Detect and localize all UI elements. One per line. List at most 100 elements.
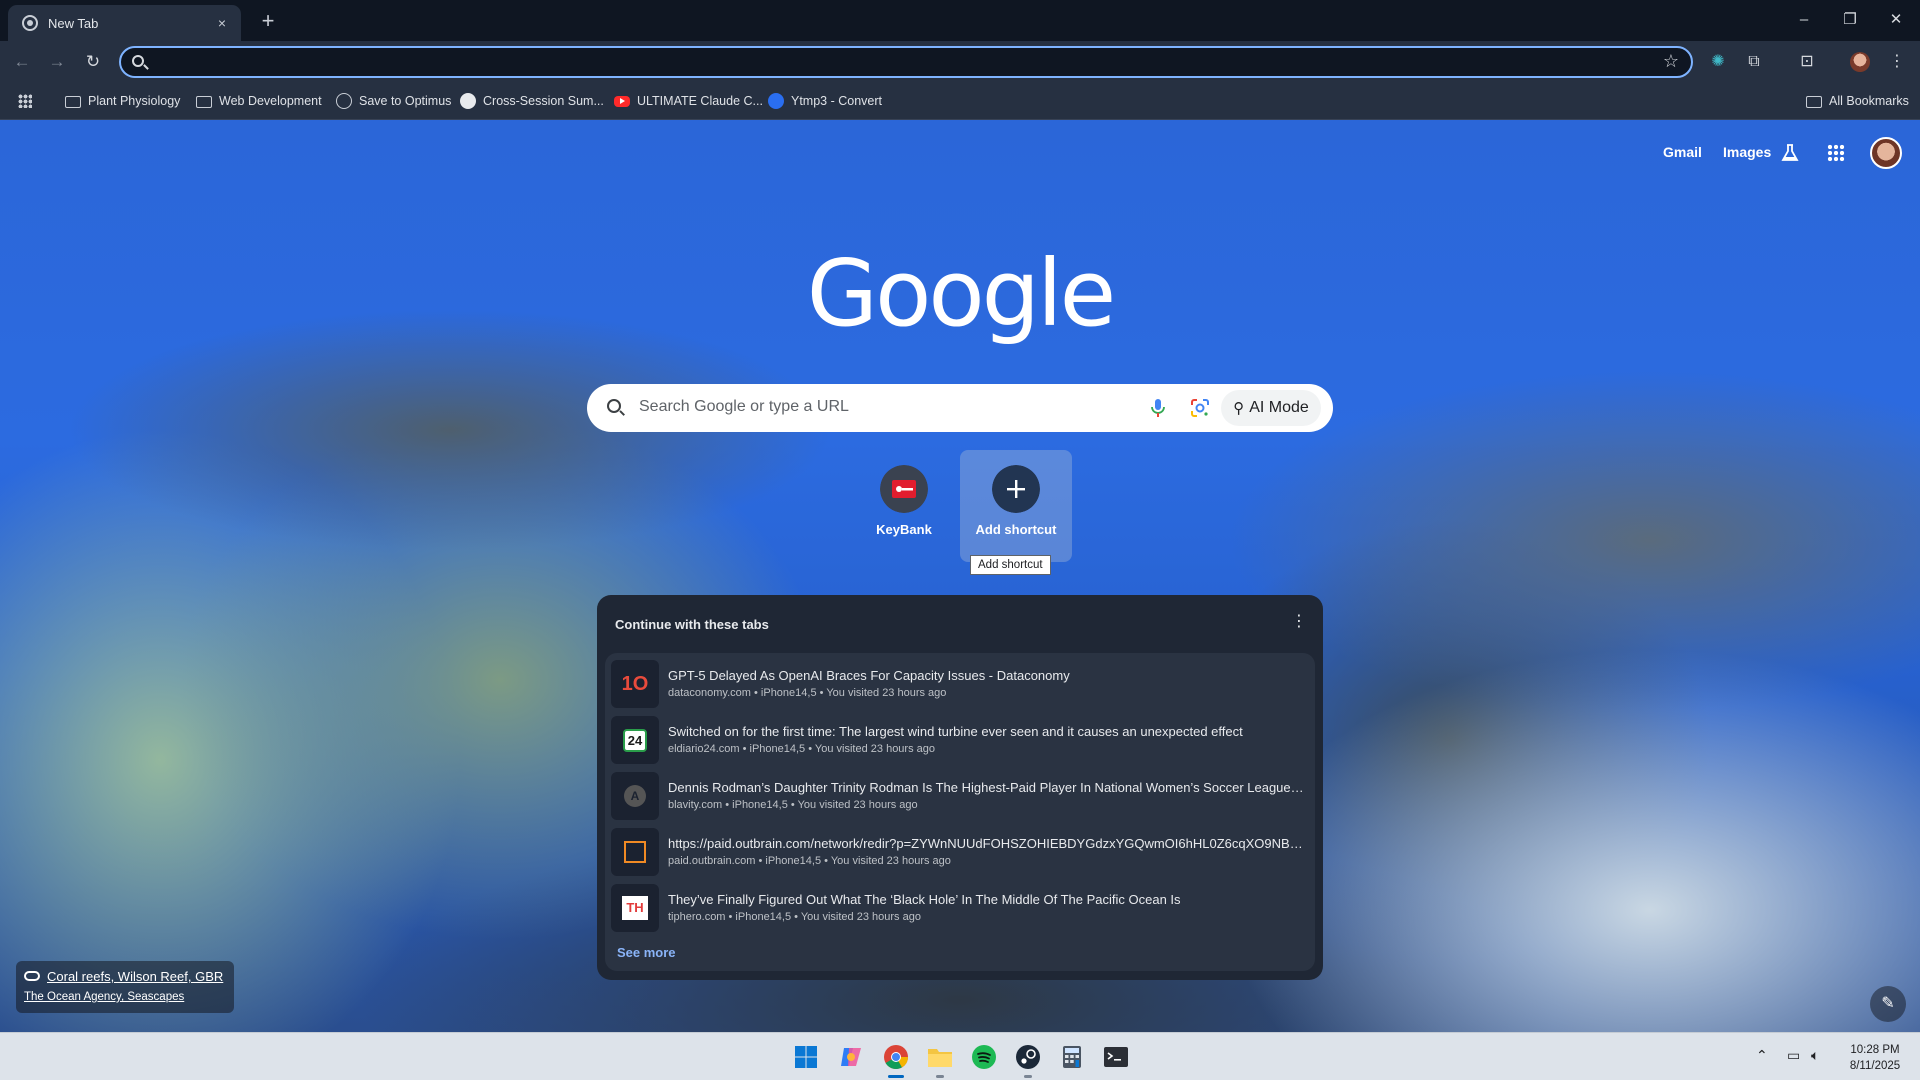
volume-icon[interactable]: 🔈︎ — [1811, 1047, 1819, 1064]
copilot-icon[interactable] — [835, 1041, 867, 1073]
menu-kebab-icon[interactable]: ⋮ — [1885, 50, 1909, 74]
apps-icon[interactable] — [18, 91, 39, 111]
list-item[interactable]: 1O GPT-5 Delayed As OpenAI Braces For Ca… — [611, 657, 1311, 709]
profile-avatar[interactable] — [1850, 52, 1870, 72]
bookmark-label: Save to Optimus — [359, 94, 452, 108]
tab-new-tab[interactable]: New Tab × — [8, 5, 241, 41]
all-bookmarks-label: All Bookmarks — [1829, 94, 1909, 108]
google-lens-icon[interactable] — [1189, 397, 1211, 419]
globe-icon — [336, 93, 352, 109]
bookmark-star-icon[interactable]: ☆ — [1663, 51, 1679, 72]
address-input[interactable] — [155, 51, 1635, 73]
blavity-icon: A — [611, 772, 659, 820]
images-link[interactable]: Images — [1723, 144, 1771, 160]
bookmark-label: ULTIMATE Claude C... — [637, 94, 763, 108]
shortcut-keybank[interactable]: KeyBank — [848, 450, 960, 562]
clock-time: 10:28 PM — [1850, 1044, 1900, 1056]
bookmark-cross-session[interactable]: Cross-Session Sum... — [460, 91, 604, 111]
ai-sparkle-search-icon: ⚲ — [1233, 400, 1245, 417]
extension-icon[interactable]: ✺ — [1706, 50, 1730, 74]
address-bar[interactable]: ☆ — [119, 46, 1693, 78]
bookmark-label: Ytmp3 - Convert — [791, 94, 883, 108]
minimize-button[interactable]: – — [1781, 8, 1827, 32]
show-hidden-icons-chevron-icon[interactable]: ⌃ — [1756, 1047, 1768, 1064]
chrome-icon[interactable] — [880, 1041, 912, 1078]
bookmark-web-development[interactable]: Web Development — [196, 91, 322, 111]
add-shortcut-tooltip: Add shortcut — [970, 555, 1051, 575]
reload-icon[interactable]: ↻ — [80, 49, 106, 75]
list-item[interactable]: https://paid.outbrain.com/network/redir?… — [611, 825, 1311, 877]
restore-button[interactable]: ❐ — [1827, 8, 1873, 32]
terminal-icon[interactable] — [1100, 1041, 1132, 1073]
attribution-credit[interactable]: The Ocean Agency, Seascapes — [24, 991, 184, 1003]
extensions-puzzle-icon[interactable]: ⧉ — [1742, 50, 1766, 74]
more-options-icon[interactable]: ⋮ — [1291, 613, 1307, 631]
system-clock[interactable]: 10:28 PM 8/11/2025 — [1840, 1042, 1910, 1074]
bookmark-ultimate-claude[interactable]: ULTIMATE Claude C... — [614, 91, 763, 111]
eldiario24-icon: 24 — [611, 716, 659, 764]
list-item[interactable]: TH They’ve Finally Figured Out What The … — [611, 881, 1311, 933]
tab-item-meta: dataconomy.com • iPhone14,5 • You visite… — [668, 687, 947, 699]
account-avatar[interactable] — [1870, 137, 1902, 169]
search-placeholder: Search Google or type a URL — [639, 398, 849, 415]
attribution-title[interactable]: Coral reefs, Wilson Reef, GBR — [47, 969, 223, 984]
chrome-tab-icon — [22, 15, 38, 31]
ai-mode-label: AI Mode — [1249, 399, 1309, 416]
all-bookmarks[interactable]: All Bookmarks — [1806, 91, 1909, 111]
browser-toolbar: ← → ↻ ☆ ✺ ⧉ ⊡ ⋮ — [0, 41, 1920, 82]
file-explorer-icon[interactable] — [924, 1041, 956, 1078]
bookmark-plant-physiology[interactable]: Plant Physiology — [65, 91, 180, 111]
background-attribution[interactable]: Coral reefs, Wilson Reef, GBR The Ocean … — [16, 961, 234, 1013]
continue-tabs-panel: Continue with these tabs ⋮ 1O GPT-5 Dela… — [597, 595, 1323, 980]
google-search-box[interactable]: Search Google or type a URL ⚲ AI Mode — [587, 384, 1333, 432]
tab-item-title: Switched on for the first time: The larg… — [668, 724, 1243, 739]
list-item[interactable]: 24 Switched on for the first time: The l… — [611, 713, 1311, 765]
panel-title: Continue with these tabs — [615, 617, 769, 632]
ai-mode-button[interactable]: ⚲ AI Mode — [1221, 390, 1321, 426]
gmail-link[interactable]: Gmail — [1663, 144, 1702, 160]
google-apps-icon[interactable] — [1827, 144, 1845, 162]
calculator-icon[interactable] — [1056, 1041, 1088, 1073]
keybank-icon — [880, 465, 928, 513]
ytmp3-icon — [768, 93, 784, 109]
tab-item-meta: blavity.com • iPhone14,5 • You visited 2… — [668, 799, 918, 811]
bookmarks-bar: Plant Physiology Web Development Save to… — [0, 82, 1920, 120]
spotify-icon[interactable] — [968, 1041, 1000, 1073]
tab-list: 1O GPT-5 Delayed As OpenAI Braces For Ca… — [605, 653, 1315, 971]
github-icon — [460, 93, 476, 109]
steam-icon[interactable] — [1012, 1041, 1044, 1078]
forward-icon[interactable]: → — [44, 49, 70, 75]
see-more-link[interactable]: See more — [617, 945, 676, 960]
search-icon — [132, 55, 144, 67]
folder-icon — [65, 96, 81, 108]
plus-icon — [992, 465, 1040, 513]
search-icon — [607, 399, 621, 413]
folder-icon — [196, 96, 212, 108]
bookmark-save-to-optimus[interactable]: Save to Optimus — [336, 91, 451, 111]
shortcut-add[interactable]: Add shortcut — [960, 450, 1072, 562]
dataconomy-icon: 1O — [611, 660, 659, 708]
tab-item-title: Dennis Rodman’s Daughter Trinity Rodman … — [668, 780, 1304, 795]
new-tab-page: Gmail Images Google Search Google or typ… — [0, 120, 1920, 1032]
microphone-icon[interactable] — [1147, 397, 1169, 419]
folder-icon — [1806, 96, 1822, 108]
tab-item-title: https://paid.outbrain.com/network/redir?… — [668, 836, 1304, 851]
tab-strip: New Tab × + – ❐ ✕ — [0, 0, 1920, 41]
new-tab-button[interactable]: + — [254, 8, 282, 36]
clock-date: 8/11/2025 — [1849, 1060, 1901, 1072]
back-icon[interactable]: ← — [9, 49, 35, 75]
customize-pencil-icon[interactable]: ✎ — [1870, 986, 1906, 1022]
bookmark-ytmp3[interactable]: Ytmp3 - Convert — [768, 91, 882, 111]
tab-item-meta: tiphero.com • iPhone14,5 • You visited 2… — [668, 911, 921, 923]
shortcut-label: Add shortcut — [975, 522, 1057, 537]
windows-start-icon[interactable] — [790, 1041, 822, 1073]
network-icon[interactable]: ▭ — [1787, 1047, 1800, 1064]
bookmark-label: Plant Physiology — [88, 94, 181, 108]
close-window-button[interactable]: ✕ — [1873, 8, 1919, 32]
labs-flask-icon[interactable] — [1780, 143, 1800, 163]
list-item[interactable]: A Dennis Rodman’s Daughter Trinity Rodma… — [611, 769, 1311, 821]
shortcut-label: KeyBank — [876, 522, 932, 537]
tab-search-icon[interactable]: ⊡ — [1795, 50, 1819, 74]
tab-close-icon[interactable]: × — [213, 15, 231, 31]
tab-item-title: They’ve Finally Figured Out What The ‘Bl… — [668, 892, 1181, 907]
